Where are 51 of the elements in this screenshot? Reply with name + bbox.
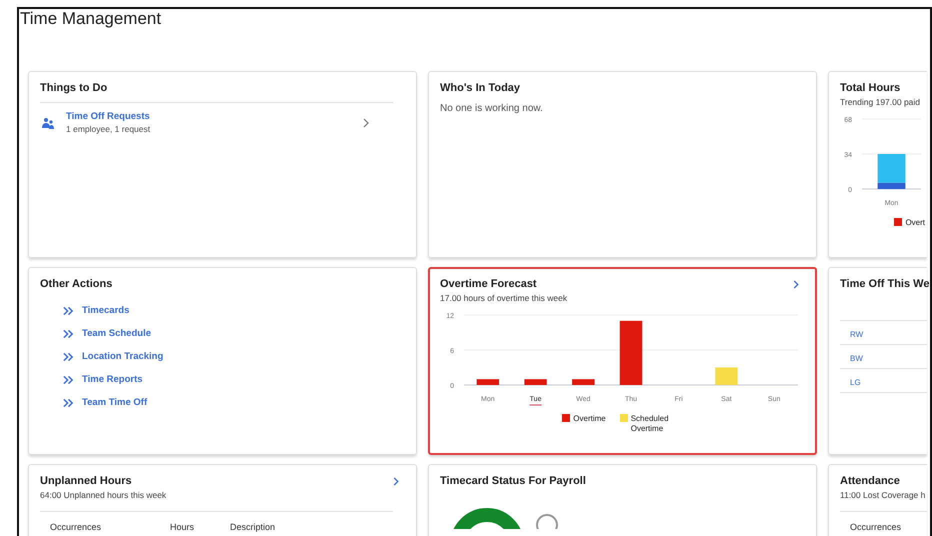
card-subtitle: 64:00 Unplanned hours this week (40, 490, 168, 500)
legend-swatch (620, 414, 628, 422)
action-link[interactable]: Time Reports (82, 374, 143, 385)
legend-label: Overtime (573, 414, 606, 424)
card-title: Unplanned Hours (40, 475, 132, 487)
bar (524, 379, 547, 385)
card-subtitle: 11:00 Lost Coverage h (840, 490, 926, 500)
current-day-underline (529, 404, 542, 406)
card-title: Time Off This We (840, 278, 930, 290)
chevron-right-icon[interactable] (393, 476, 399, 486)
card-title: Attendance (840, 475, 900, 487)
legend-label: Scheduled Overtime (630, 414, 670, 434)
bar (715, 368, 738, 385)
todo-title[interactable]: Time Off Requests (66, 111, 351, 122)
action-link[interactable]: Team Time Off (82, 397, 148, 408)
double-chevron-icon (63, 374, 74, 384)
column-header: Occurrences (50, 522, 102, 532)
double-chevron-icon (63, 306, 74, 316)
bar (476, 379, 500, 385)
legend-swatch (562, 414, 570, 422)
double-chevron-icon (63, 352, 74, 362)
card-subtitle: 17.00 hours of overtime this week (440, 293, 568, 303)
legend-label: Overt (905, 218, 925, 228)
todo-subtitle: 1 employee, 1 request (66, 124, 152, 134)
table-cell[interactable]: BW (850, 354, 863, 363)
bar (572, 379, 594, 385)
action-link[interactable]: Location Tracking (82, 351, 164, 362)
chevron-right-icon (363, 118, 369, 128)
page-title: Time Management (19, 9, 162, 30)
action-link[interactable]: Team Schedule (82, 328, 151, 339)
bar (620, 320, 642, 385)
card-subtitle: Trending 197.00 paid (840, 97, 922, 107)
card-title: Who's In Today (440, 82, 520, 94)
chevron-right-icon[interactable] (793, 280, 799, 288)
legend-swatch (894, 218, 902, 226)
card-title: Timecard Status For Payroll (440, 475, 586, 487)
people-icon (42, 116, 54, 128)
card-title: Overtime Forecast (440, 278, 537, 290)
todo-item[interactable]: Time Off Requests 1 employee, 1 request (40, 111, 393, 134)
column-header: Description (230, 522, 276, 532)
card-title: Things to Do (40, 82, 108, 94)
column-header: Occurrences (850, 522, 902, 532)
double-chevron-icon (63, 328, 74, 338)
action-link[interactable]: Timecards (82, 305, 130, 316)
empty-message: No one is working now. (440, 103, 544, 114)
table-cell[interactable]: RW (850, 330, 864, 339)
card-title: Other Actions (40, 278, 112, 290)
column-header: Hours (170, 522, 196, 532)
card-title: Total Hours (840, 82, 900, 94)
double-chevron-icon (63, 398, 74, 408)
table-cell[interactable]: LG (850, 378, 861, 387)
